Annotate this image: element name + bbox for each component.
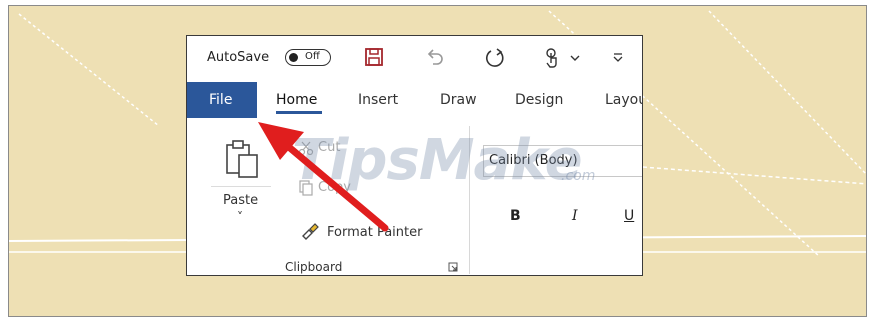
red-arrow-icon — [258, 122, 389, 232]
screenshot-canvas: AutoSave Off File Home Insert Draw Desig… — [0, 0, 869, 320]
